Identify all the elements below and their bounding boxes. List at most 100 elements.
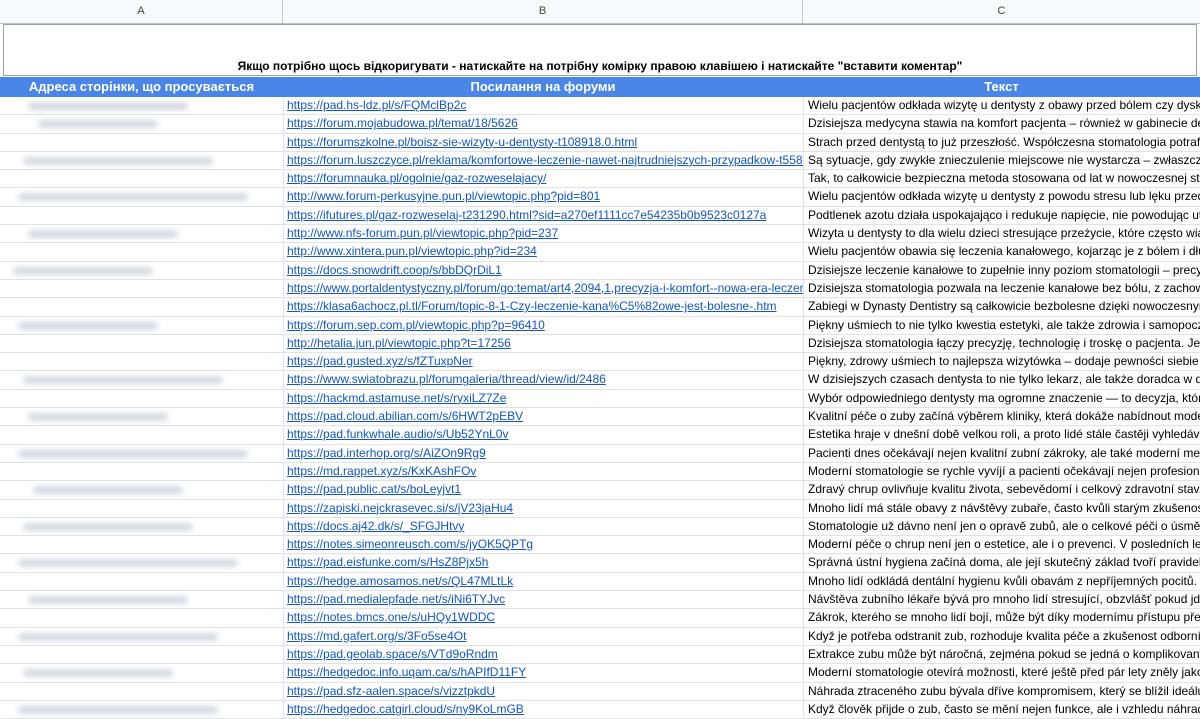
- column-header-c[interactable]: C: [803, 0, 1200, 23]
- text-cell[interactable]: Piękny uśmiech to nie tylko kwestia este…: [803, 316, 1200, 334]
- forum-link[interactable]: http://www.forum-perkusyjne.pun.pl/viewt…: [287, 189, 600, 203]
- page-address-cell[interactable]: [0, 317, 283, 334]
- forum-link-cell[interactable]: http://www.forum-perkusyjne.pun.pl/viewt…: [283, 188, 803, 206]
- text-cell[interactable]: W dzisiejszych czasach dentysta to nie t…: [803, 371, 1200, 389]
- page-address-cell[interactable]: [0, 609, 283, 626]
- forum-link-cell[interactable]: https://ifutures.pl/gaz-rozweselaj-t2312…: [283, 206, 803, 225]
- forum-link-cell[interactable]: http://hetalia.jun.pl/viewtopic.php?t=17…: [283, 334, 803, 353]
- forum-link[interactable]: http://www.nfs-forum.pun.pl/viewtopic.ph…: [287, 226, 558, 240]
- page-address-cell[interactable]: [0, 225, 283, 242]
- text-cell[interactable]: Extrakce zubu může být náročná, zejména …: [803, 645, 1200, 664]
- forum-link[interactable]: https://ifutures.pl/gaz-rozweselaj-t2312…: [287, 208, 766, 222]
- forum-link[interactable]: https://pad.gusted.xyz/s/fZTuxpNer: [287, 354, 473, 368]
- forum-link[interactable]: http://hetalia.jun.pl/viewtopic.php?t=17…: [287, 336, 511, 350]
- forum-link-cell[interactable]: https://forum.luszczyce.pl/reklama/komfo…: [283, 151, 803, 170]
- forum-link[interactable]: https://notes.bmcs.one/s/uHQy1WDDC: [287, 610, 495, 624]
- header-page-address[interactable]: Адреса сторінки, що просувається: [0, 77, 283, 97]
- forum-link-cell[interactable]: https://forum.sep.com.pl/viewtopic.php?p…: [283, 316, 803, 334]
- forum-link[interactable]: https://forum.luszczyce.pl/reklama/komfo…: [287, 153, 803, 167]
- text-cell[interactable]: Wielu pacjentów odkłada wizytę u dentyst…: [803, 188, 1200, 206]
- forum-link[interactable]: https://pad.public.cat/s/boLeyjvt1: [287, 482, 461, 496]
- text-cell[interactable]: Strach przed dentystą to już przeszłość.…: [803, 133, 1200, 151]
- forum-link[interactable]: https://hedge.amosamos.net/s/QL47MLtLk: [287, 574, 513, 588]
- forum-link[interactable]: https://pad.eisfunke.com/s/HsZ8Pjx5h: [287, 555, 488, 569]
- forum-link-cell[interactable]: https://forumnauka.pl/ogolnie/gaz-rozwes…: [283, 170, 803, 188]
- forum-link-cell[interactable]: https://forum.mojabudowa.pl/temat/18/562…: [283, 115, 803, 133]
- forum-link[interactable]: https://forumszkolne.pl/boisz-sie-wizyty…: [287, 135, 637, 149]
- header-forum-links[interactable]: Посилання на форуми: [283, 77, 803, 97]
- forum-link-cell[interactable]: https://md.rappet.xyz/s/KxKAshFOv: [283, 462, 803, 481]
- page-address-cell[interactable]: [0, 188, 283, 205]
- forum-link-cell[interactable]: https://pad.hs-ldz.pl/s/FQMclBp2c: [283, 97, 803, 115]
- page-address-cell[interactable]: [0, 426, 283, 443]
- forum-link-cell[interactable]: https://md.gafert.org/s/3Fo5se4Ot: [283, 627, 803, 645]
- text-cell[interactable]: Dzisiejsza stomatologia pozwala na lecze…: [803, 279, 1200, 298]
- text-cell[interactable]: Wizyta u dentysty to dla wielu dzieci st…: [803, 225, 1200, 243]
- text-cell[interactable]: Dzisiejsze leczenie kanałowe to zupełnie…: [803, 261, 1200, 279]
- forum-link[interactable]: https://forum.mojabudowa.pl/temat/18/562…: [287, 116, 518, 130]
- forum-link-cell[interactable]: https://www.swiatobrazu.pl/forumgaleria/…: [283, 371, 803, 389]
- page-address-cell[interactable]: [0, 390, 283, 407]
- forum-link[interactable]: https://docs.aj42.dk/s/_SFGJHtvy: [287, 519, 464, 533]
- page-address-cell[interactable]: [0, 646, 283, 663]
- forum-link-cell[interactable]: https://notes.bmcs.one/s/uHQy1WDDC: [283, 609, 803, 627]
- forum-link-cell[interactable]: https://notes.simeonreusch.com/s/jyOK5QP…: [283, 536, 803, 554]
- page-address-cell[interactable]: [0, 481, 283, 498]
- text-cell[interactable]: Mnoho lidí má stále obavy z návštěvy zub…: [803, 499, 1200, 517]
- forum-link-cell[interactable]: https://www.portaldentystyczny.pl/forum/…: [283, 279, 803, 298]
- page-address-cell[interactable]: [0, 280, 283, 297]
- page-address-cell[interactable]: [0, 463, 283, 480]
- forum-link[interactable]: https://www.portaldentystyczny.pl/forum/…: [287, 281, 803, 295]
- page-address-cell[interactable]: [0, 500, 283, 517]
- page-address-cell[interactable]: [0, 518, 283, 535]
- page-address-cell[interactable]: [0, 170, 283, 187]
- column-header-a[interactable]: A: [0, 0, 283, 23]
- forum-link[interactable]: https://hedgedoc.info.uqam.ca/s/hAPIfD11…: [287, 665, 526, 679]
- forum-link-cell[interactable]: https://hackmd.astamuse.net/s/ryxiLZ7Ze: [283, 389, 803, 408]
- forum-link[interactable]: https://klasa6achocz.pl.tl/Forum/topic-8…: [287, 299, 777, 313]
- text-cell[interactable]: Dzisiejsza stomatologia łączy precyzję, …: [803, 334, 1200, 353]
- forum-link-cell[interactable]: http://www.nfs-forum.pun.pl/viewtopic.ph…: [283, 225, 803, 243]
- page-address-cell[interactable]: [0, 298, 283, 315]
- forum-link[interactable]: https://pad.interhop.org/s/AiZOn9Rg9: [287, 446, 486, 460]
- forum-link-cell[interactable]: https://pad.public.cat/s/boLeyjvt1: [283, 481, 803, 499]
- header-text[interactable]: Текст: [803, 77, 1200, 97]
- text-cell[interactable]: Moderní stomatologie otevírá možnosti, k…: [803, 664, 1200, 682]
- page-address-cell[interactable]: [0, 97, 283, 114]
- text-cell[interactable]: Tak, to całkowicie bezpieczna metoda sto…: [803, 170, 1200, 188]
- forum-link[interactable]: https://pad.hs-ldz.pl/s/FQMclBp2c: [287, 98, 466, 112]
- page-address-cell[interactable]: [0, 207, 283, 224]
- forum-link-cell[interactable]: https://hedgedoc.catgirl.cloud/s/ny9KoLm…: [283, 700, 803, 719]
- text-cell[interactable]: Są sytuacje, gdy zwykłe znieczulenie mie…: [803, 151, 1200, 170]
- forum-link-cell[interactable]: http://www.xintera.pun.pl/viewtopic.php?…: [283, 243, 803, 261]
- page-address-cell[interactable]: [0, 152, 283, 169]
- forum-link-cell[interactable]: https://pad.geolab.space/s/VTd9oRndm: [283, 645, 803, 664]
- instruction-banner[interactable]: Якщо потрібно щось відкоригувати - натис…: [3, 24, 1197, 76]
- page-address-cell[interactable]: [0, 353, 283, 370]
- page-address-cell[interactable]: [0, 408, 283, 425]
- forum-link-cell[interactable]: https://pad.gusted.xyz/s/fZTuxpNer: [283, 353, 803, 371]
- text-cell[interactable]: Wielu pacjentów obawia się leczenia kana…: [803, 243, 1200, 261]
- forum-link-cell[interactable]: https://pad.cloud.abilian.com/s/6HWT2pEB…: [283, 408, 803, 426]
- text-cell[interactable]: Moderní péče o chrup není jen o estetice…: [803, 536, 1200, 554]
- forum-link-cell[interactable]: https://pad.medialepfade.net/s/iNi6TYJvc: [283, 591, 803, 609]
- page-address-cell[interactable]: [0, 115, 283, 132]
- text-cell[interactable]: Kvalitní péče o zuby začíná výběrem klin…: [803, 408, 1200, 426]
- forum-link[interactable]: https://md.rappet.xyz/s/KxKAshFOv: [287, 464, 476, 478]
- text-cell[interactable]: Pacienti dnes očekávají nejen kvalitní z…: [803, 444, 1200, 462]
- forum-link[interactable]: https://pad.sfz-aalen.space/s/vizztpkdU: [287, 684, 495, 698]
- page-address-cell[interactable]: [0, 554, 283, 571]
- page-address-cell[interactable]: [0, 536, 283, 553]
- forum-link-cell[interactable]: https://docs.snowdrift.coop/s/bbDQrDiL1: [283, 261, 803, 279]
- forum-link-cell[interactable]: https://hedge.amosamos.net/s/QL47MLtLk: [283, 572, 803, 591]
- text-cell[interactable]: Zdravý chrup ovlivňuje kvalitu života, s…: [803, 481, 1200, 499]
- text-cell[interactable]: Stomatologie už dávno není jen o opravě …: [803, 517, 1200, 536]
- forum-link-cell[interactable]: https://pad.funkwhale.audio/s/Ub52YnL0v: [283, 426, 803, 444]
- text-cell[interactable]: Estetika hraje v dnešní době velkou roli…: [803, 426, 1200, 444]
- text-cell[interactable]: Správná ústní hygiena začíná doma, ale j…: [803, 554, 1200, 572]
- page-address-cell[interactable]: [0, 262, 283, 279]
- forum-link-cell[interactable]: https://pad.sfz-aalen.space/s/vizztpkdU: [283, 682, 803, 700]
- page-address-cell[interactable]: [0, 134, 283, 151]
- page-address-cell[interactable]: [0, 573, 283, 590]
- forum-link-cell[interactable]: https://zapiski.nejckrasevec.si/s/jV23ja…: [283, 499, 803, 517]
